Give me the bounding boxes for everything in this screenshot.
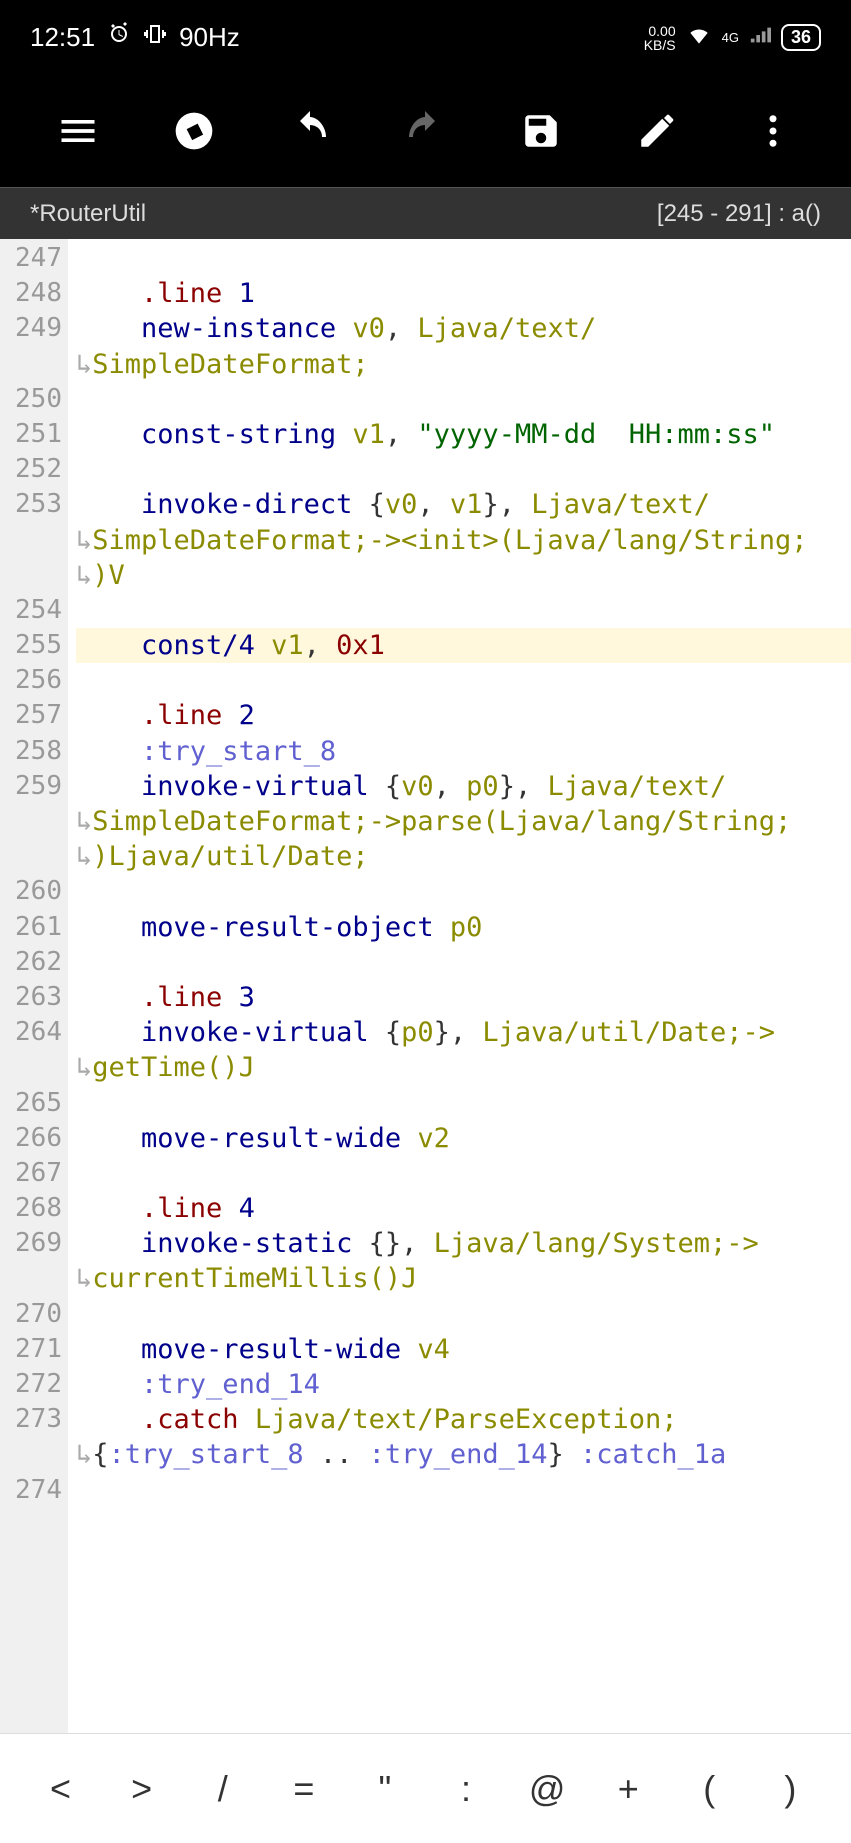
line-number: 257 — [0, 698, 62, 733]
line-number — [0, 523, 62, 558]
line-number: 265 — [0, 1086, 62, 1121]
line-number: 269 — [0, 1226, 62, 1261]
line-number: 273 — [0, 1402, 62, 1437]
status-bar: 12:51 90Hz 0.00 KB/S 4G 36 — [0, 0, 851, 75]
line-number: 254 — [0, 593, 62, 628]
redo-button[interactable] — [395, 101, 455, 161]
tab-location: [245 - 291] : a() — [657, 200, 821, 228]
line-gutter: 247248249 250251252253 254255256257258259 2… — [0, 239, 68, 1733]
alarm-icon — [107, 22, 131, 53]
code-content[interactable]: .line 1 new-instance v0, Ljava/text/ ↳Si… — [68, 239, 851, 1733]
line-number — [0, 804, 62, 839]
tab-bar: *RouterUtil [245 - 291] : a() — [0, 187, 851, 239]
status-time: 12:51 — [30, 22, 95, 53]
line-number: 264 — [0, 1015, 62, 1050]
symbol-key[interactable]: " — [355, 1768, 415, 1810]
symbol-key[interactable]: / — [193, 1768, 253, 1810]
vibrate-icon — [143, 22, 167, 53]
line-number — [0, 1437, 62, 1472]
more-button[interactable] — [743, 101, 803, 161]
line-number: 250 — [0, 382, 62, 417]
symbol-key[interactable]: < — [31, 1768, 91, 1810]
symbol-key[interactable]: ) — [760, 1768, 820, 1810]
line-number: 256 — [0, 663, 62, 698]
data-rate: 0.00 KB/S — [644, 24, 676, 52]
toolbar — [0, 75, 851, 187]
line-number — [0, 1050, 62, 1085]
symbol-key[interactable]: ( — [679, 1768, 739, 1810]
network-type: 4G — [722, 30, 739, 45]
line-number: 255 — [0, 628, 62, 663]
line-number: 268 — [0, 1191, 62, 1226]
line-number: 262 — [0, 945, 62, 980]
line-number: 259 — [0, 769, 62, 804]
menu-button[interactable] — [48, 101, 108, 161]
symbol-key[interactable]: @ — [517, 1768, 577, 1810]
line-number: 266 — [0, 1121, 62, 1156]
signal-icon — [749, 24, 771, 51]
line-number: 267 — [0, 1156, 62, 1191]
line-number: 263 — [0, 980, 62, 1015]
status-left: 12:51 90Hz — [30, 22, 240, 53]
line-number: 247 — [0, 241, 62, 276]
save-button[interactable] — [511, 101, 571, 161]
line-number — [0, 347, 62, 382]
refresh-rate: 90Hz — [179, 22, 240, 53]
line-number: 248 — [0, 276, 62, 311]
code-area[interactable]: 247248249 250251252253 254255256257258259 2… — [0, 239, 851, 1733]
undo-button[interactable] — [280, 101, 340, 161]
line-number — [0, 1261, 62, 1296]
symbol-key[interactable]: + — [598, 1768, 658, 1810]
line-number: 252 — [0, 452, 62, 487]
battery-level: 36 — [781, 24, 821, 51]
line-number: 260 — [0, 874, 62, 909]
edit-button[interactable] — [627, 101, 687, 161]
line-number: 249 — [0, 311, 62, 346]
tab-name[interactable]: *RouterUtil — [30, 200, 146, 228]
symbol-key[interactable]: = — [274, 1768, 334, 1810]
line-number — [0, 839, 62, 874]
symbol-keyboard: < > / = ": @ + () — [0, 1733, 851, 1843]
wifi-icon — [686, 22, 712, 53]
line-number: 272 — [0, 1367, 62, 1402]
line-number: 274 — [0, 1473, 62, 1508]
line-number: 271 — [0, 1332, 62, 1367]
symbol-key[interactable]: > — [112, 1768, 172, 1810]
line-number: 270 — [0, 1297, 62, 1332]
line-number: 258 — [0, 734, 62, 769]
line-number: 251 — [0, 417, 62, 452]
line-number — [0, 558, 62, 593]
line-number: 253 — [0, 487, 62, 522]
symbol-key[interactable]: : — [436, 1768, 496, 1810]
status-right: 0.00 KB/S 4G 36 — [644, 22, 821, 53]
explore-button[interactable] — [164, 101, 224, 161]
line-number: 261 — [0, 910, 62, 945]
